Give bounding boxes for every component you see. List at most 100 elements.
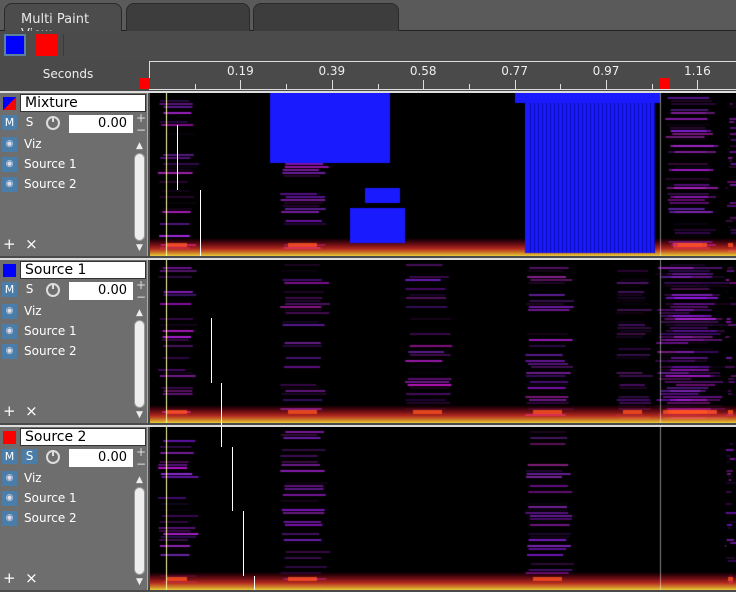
gain-input[interactable]: 0.00 [69,115,133,133]
layer-label: Source 1 [24,324,77,338]
spectrogram[interactable] [150,93,736,256]
layer-label: Viz [24,471,42,485]
tick-label: 0.97 [592,64,620,78]
scroll-up-icon[interactable]: ▲ [136,475,143,485]
mute-button[interactable]: M [2,449,17,464]
ruler-tick [286,84,288,89]
solo-button[interactable]: S [22,282,37,297]
scroll-up-icon[interactable]: ▲ [136,308,143,318]
layer-label: Source 2 [24,344,77,358]
gain-input[interactable]: 0.00 [69,449,133,467]
track-name-field[interactable]: Source 1 [20,261,146,279]
eye-icon[interactable]: ◉ [2,344,17,359]
layer-item[interactable]: ◉ Source 1 [2,490,77,506]
layer-item[interactable]: ◉ Source 2 [2,343,77,359]
eye-icon[interactable]: ◉ [2,491,17,506]
track-controls: Source 2 M S 0.00 + − ◉ Viz ◉ Source 1 ◉ Sour… [0,427,148,590]
tab-empty-1[interactable] [126,3,250,31]
track-panel: Mixture M S 0.00 + − ◉ Viz ◉ Source 1 ◉ Sourc… [0,91,736,256]
track-color-icon[interactable] [3,97,16,110]
eye-icon[interactable]: ◉ [2,137,17,152]
eye-icon[interactable]: ◉ [2,471,17,486]
scroll-down-icon[interactable]: ▼ [136,243,143,253]
ruler-tick [423,80,425,89]
track-panel: Source 2 M S 0.00 + − ◉ Viz ◉ Source 1 ◉ Sour… [0,425,736,590]
scroll-up-icon[interactable]: ▲ [136,141,143,151]
layer-item[interactable]: ◉ Source 2 [2,510,77,526]
layer-label: Viz [24,137,42,151]
tab-empty-2[interactable] [253,3,399,31]
time-ruler[interactable]: Seconds 0.19 0.39 0.58 0.77 0.97 1.16 [0,60,736,91]
track-name-field[interactable]: Source 2 [20,428,146,446]
eye-icon[interactable]: ◉ [2,157,17,172]
power-knob-icon[interactable] [46,116,60,130]
ruler-tick [240,80,242,89]
ruler-tick [194,84,196,89]
track-controls: Mixture M S 0.00 + − ◉ Viz ◉ Source 1 ◉ Sourc… [0,93,148,256]
tick-label: 0.77 [501,64,528,78]
track-color-icon[interactable] [3,264,16,277]
tab-bar: Multi Paint View [0,0,736,42]
layer-scrollbar[interactable] [134,487,145,575]
remove-layer-button[interactable]: × [25,402,38,420]
layer-item[interactable]: ◉ Source 1 [2,156,77,172]
paint-stroke [232,447,233,511]
spectrogram[interactable] [150,427,736,590]
paint-stroke [254,576,255,590]
spectrogram[interactable] [150,260,736,423]
add-layer-button[interactable]: + × [3,235,38,253]
divider [63,34,64,56]
scroll-down-icon[interactable]: ▼ [136,577,143,587]
gain-minus-button[interactable]: − [136,290,146,304]
plus-icon: + [3,235,16,253]
tick-label: 0.58 [409,64,437,78]
eye-icon[interactable]: ◉ [2,304,17,319]
layer-scrollbar[interactable] [134,153,145,241]
gain-minus-button[interactable]: − [136,457,146,471]
layer-item[interactable]: ◉ Source 1 [2,323,77,339]
layer-item[interactable]: ◉ Viz [2,470,42,486]
ruler-scale[interactable]: 0.19 0.39 0.58 0.77 0.97 1.16 [149,61,736,90]
ruler-tick [468,84,470,89]
start-marker[interactable] [140,78,150,89]
layer-item[interactable]: ◉ Viz [2,303,42,319]
layer-label: Source 2 [24,511,77,525]
paint-stroke [200,190,201,256]
layer-label: Source 1 [24,157,77,171]
solo-button[interactable]: S [22,115,37,130]
layer-item[interactable]: ◉ Viz [2,136,42,152]
tab-multi-paint-view[interactable]: Multi Paint View [4,3,122,42]
track-panel: Source 1 M S 0.00 + − ◉ Viz ◉ Source 1 ◉ Sour… [0,258,736,423]
plus-icon: + [3,569,16,587]
power-knob-icon[interactable] [46,450,60,464]
layer-item[interactable]: ◉ Source 2 [2,176,77,192]
add-layer-button[interactable]: + × [3,402,38,420]
add-layer-button[interactable]: + × [3,569,38,587]
power-knob-icon[interactable] [46,283,60,297]
paint-stroke [243,511,244,576]
gain-input[interactable]: 0.00 [69,282,133,300]
eye-icon[interactable]: ◉ [2,177,17,192]
red-paint-button[interactable] [36,34,58,56]
end-marker[interactable] [660,78,670,89]
remove-layer-button[interactable]: × [25,235,38,253]
ruler-tick [560,84,562,89]
track-controls: Source 1 M S 0.00 + − ◉ Viz ◉ Source 1 ◉ Sour… [0,260,148,423]
eye-icon[interactable]: ◉ [2,324,17,339]
ruler-tick [514,80,516,89]
track-name-field[interactable]: Mixture [20,94,146,112]
mute-button[interactable]: M [2,282,17,297]
mute-button[interactable]: M [2,115,17,130]
solo-button[interactable]: S [22,449,37,464]
layer-label: Viz [24,304,42,318]
scroll-down-icon[interactable]: ▼ [136,410,143,420]
layer-scrollbar[interactable] [134,320,145,408]
ruler-label: Seconds [42,67,94,81]
blue-paint-button[interactable] [4,34,26,56]
tick-label: 1.16 [684,64,711,78]
track-color-icon[interactable] [3,431,16,444]
layer-label: Source 2 [24,177,77,191]
remove-layer-button[interactable]: × [25,569,38,587]
eye-icon[interactable]: ◉ [2,511,17,526]
gain-minus-button[interactable]: − [136,123,146,137]
